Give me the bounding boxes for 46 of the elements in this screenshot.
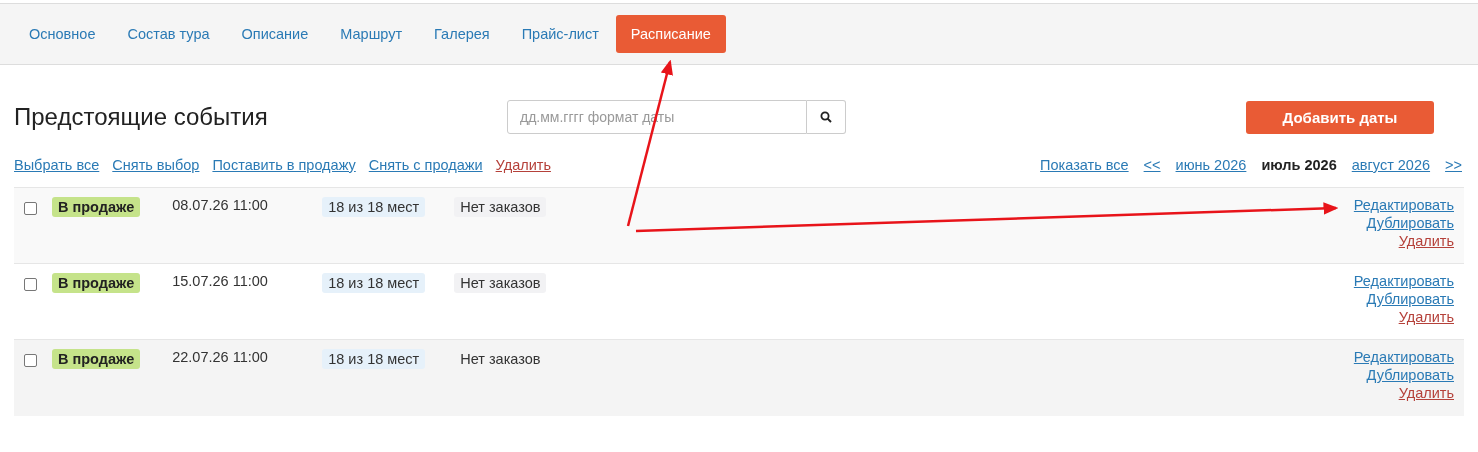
bulk-action-link[interactable]: Снять выбор [112,157,200,173]
row-action-link[interactable]: Дублировать [1366,367,1454,383]
tab[interactable]: Описание [226,15,324,53]
event-datetime: 22.07.26 11:00 [172,349,269,365]
event-datetime: 08.07.26 11:00 [172,197,269,213]
status-badge: В продаже [52,349,141,369]
month-link[interactable]: июнь 2026 [1175,157,1247,173]
row-action-link[interactable]: Дублировать [1366,291,1454,307]
seats-badge: 18 из 18 мест [322,273,426,293]
orders-badge: Нет заказов [454,273,547,293]
orders-label: Нет заказов [459,350,542,369]
row-action-link[interactable]: Удалить [1398,385,1454,401]
month-link[interactable]: август 2026 [1351,157,1431,173]
status-badge: В продаже [52,273,141,293]
row-action-link[interactable]: Редактировать [1353,349,1454,365]
event-datetime: 15.07.26 11:00 [172,273,269,289]
row-action-link[interactable]: Удалить [1398,233,1454,249]
add-dates-button[interactable]: Добавить даты [1246,100,1434,134]
search-icon [820,111,832,123]
bulk-action-link[interactable]: Снять с продажи [368,157,483,173]
tab[interactable]: Расписание [615,15,726,53]
bulk-action-link[interactable]: Поставить в продажу [212,157,356,173]
tab[interactable]: Галерея [419,15,505,53]
bulk-action-link[interactable]: Удалить [495,157,551,173]
month-link[interactable]: >> [1445,157,1462,173]
month-link[interactable]: << [1143,157,1161,173]
orders-badge: Нет заказов [454,197,547,217]
status-badge: В продаже [52,197,141,217]
row-action-link[interactable]: Редактировать [1353,273,1454,289]
row-action-link[interactable]: Редактировать [1353,197,1454,213]
seats-badge: 18 из 18 мест [322,349,426,369]
page-title: Предстоящие события [14,103,269,131]
row-action-link[interactable]: Удалить [1398,309,1454,325]
seats-badge: 18 из 18 мест [322,197,426,217]
bulk-action-link[interactable]: Выбрать все [14,157,100,173]
row-action-link[interactable]: Дублировать [1366,215,1454,231]
row-checkbox[interactable] [24,354,37,367]
tab[interactable]: Состав тура [112,15,225,53]
tab[interactable]: Прайс-лист [506,15,614,53]
month-link[interactable]: Показать все [1040,157,1129,173]
search-button[interactable] [807,100,846,134]
row-checkbox[interactable] [24,202,37,215]
tab[interactable]: Основное [14,15,111,53]
tab[interactable]: Маршрут [325,15,418,53]
row-checkbox[interactable] [24,278,37,291]
current-month[interactable]: июль 2026 [1261,157,1337,173]
